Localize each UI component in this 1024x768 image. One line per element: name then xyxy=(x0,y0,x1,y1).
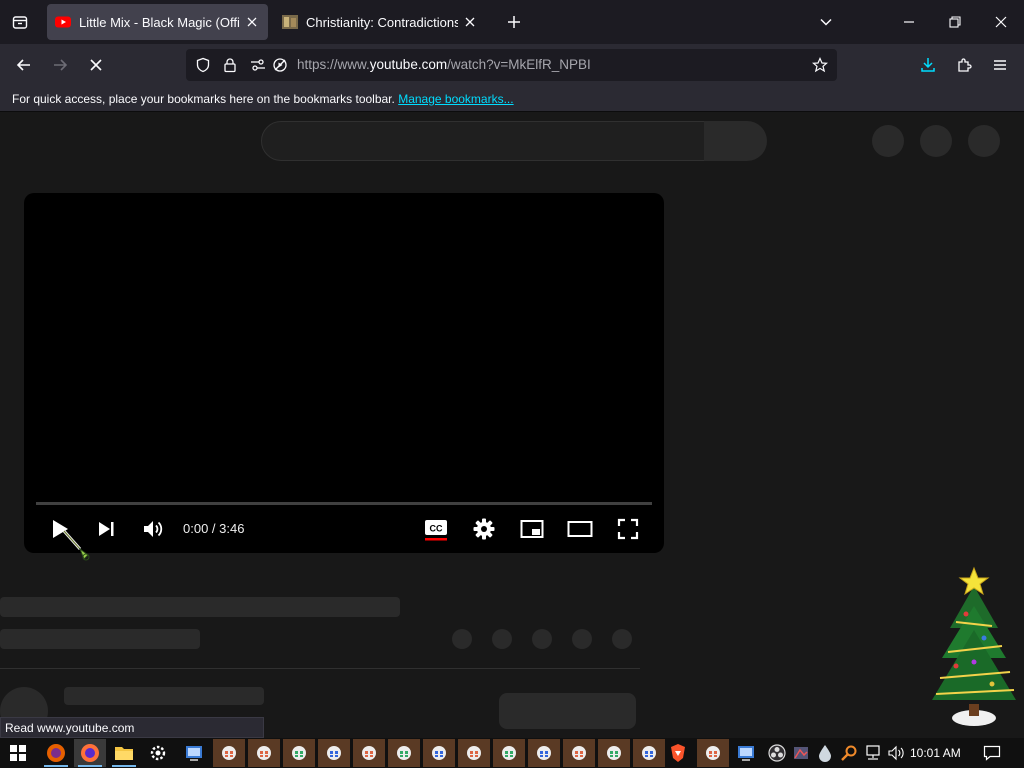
app-window-icon[interactable] xyxy=(528,739,560,767)
control-panel-icon[interactable] xyxy=(178,739,210,767)
firefox-icon[interactable] xyxy=(40,739,72,767)
youtube-icon xyxy=(55,14,71,30)
url-domain: youtube.com xyxy=(369,57,448,72)
video-player[interactable]: 0:00 / 3:46 CC xyxy=(24,193,664,553)
network-icon[interactable] xyxy=(862,738,884,768)
page-content: 0:00 / 3:46 CC xyxy=(0,113,1024,738)
header-icon-placeholder[interactable] xyxy=(872,125,904,157)
image-thumbnail-icon xyxy=(282,14,298,30)
subscribe-button-placeholder[interactable] xyxy=(499,693,636,729)
bookmarks-toolbar: For quick access, place your bookmarks h… xyxy=(0,86,1024,112)
theater-mode-icon[interactable] xyxy=(565,515,595,543)
action-placeholder[interactable] xyxy=(452,629,472,649)
app-window-icon[interactable] xyxy=(493,739,525,767)
url-bar[interactable]: https://www.youtube.com/watch?v=MkElfR_N… xyxy=(186,49,837,81)
fullscreen-icon[interactable] xyxy=(614,515,642,543)
obs-icon[interactable] xyxy=(766,738,788,768)
action-placeholder[interactable] xyxy=(532,629,552,649)
tab-title: Christianity: Contradictions and xyxy=(306,14,458,30)
firefox-icon[interactable] xyxy=(74,739,106,767)
taskbar-indicator xyxy=(112,765,136,767)
control-panel-icon[interactable] xyxy=(730,739,762,767)
app-window-icon[interactable] xyxy=(388,739,420,767)
menu-icon[interactable] xyxy=(986,51,1014,79)
link-status-tooltip: Read www.youtube.com xyxy=(0,717,264,738)
settings-icon[interactable] xyxy=(470,515,498,543)
tab-strip: Little Mix - Black Magic (Official Chris… xyxy=(0,0,1024,44)
app-window-icon[interactable] xyxy=(213,739,245,767)
app-window-icon[interactable] xyxy=(318,739,350,767)
bookmarks-message: For quick access, place your bookmarks h… xyxy=(12,92,395,106)
subtitle-placeholder xyxy=(0,629,200,649)
taskbar-indicator xyxy=(44,765,68,767)
back-arrow-icon[interactable] xyxy=(10,51,38,79)
search-input-placeholder[interactable] xyxy=(261,121,705,161)
manage-bookmarks-link[interactable]: Manage bookmarks... xyxy=(398,92,513,106)
close-window-icon[interactable] xyxy=(987,8,1015,36)
url-text[interactable]: https://www.youtube.com/watch?v=MkElfR_N… xyxy=(297,57,591,72)
new-tab-icon[interactable] xyxy=(502,10,526,34)
progress-bar[interactable] xyxy=(36,502,652,505)
tab-christianity[interactable]: Christianity: Contradictions and xyxy=(274,4,486,40)
app-window-icon[interactable] xyxy=(248,739,280,767)
close-tab-icon[interactable] xyxy=(244,14,260,30)
cursor-icon xyxy=(60,527,100,567)
volume-icon[interactable] xyxy=(138,515,168,543)
volume-tray-icon[interactable] xyxy=(886,738,908,768)
minimize-icon[interactable] xyxy=(895,8,923,36)
app-window-icon[interactable] xyxy=(563,739,595,767)
avatar-placeholder[interactable] xyxy=(968,125,1000,157)
action-placeholder[interactable] xyxy=(572,629,592,649)
search-button-placeholder[interactable] xyxy=(704,121,767,161)
tab-youtube[interactable]: Little Mix - Black Magic (Official xyxy=(47,4,268,40)
shield-icon[interactable] xyxy=(193,55,213,75)
windows-taskbar: 10:01 AM xyxy=(0,738,1024,768)
file-explorer-icon[interactable] xyxy=(108,739,140,767)
download-icon[interactable] xyxy=(914,51,942,79)
action-placeholder[interactable] xyxy=(492,629,512,649)
lock-icon[interactable] xyxy=(220,55,240,75)
tab-list-icon[interactable] xyxy=(6,8,34,36)
app-window-icon[interactable] xyxy=(353,739,385,767)
app-window-icon[interactable] xyxy=(423,739,455,767)
settings-gear-icon[interactable] xyxy=(142,739,174,767)
search-key-icon[interactable] xyxy=(838,738,860,768)
app-window-icon[interactable] xyxy=(458,739,490,767)
bookmark-star-icon[interactable] xyxy=(810,55,830,75)
taskbar-indicator xyxy=(78,765,102,767)
app-window-icon[interactable] xyxy=(283,739,315,767)
extensions-icon[interactable] xyxy=(950,51,978,79)
cc-icon[interactable]: CC xyxy=(422,515,450,543)
autoplay-blocked-icon[interactable] xyxy=(270,55,290,75)
app-window-icon[interactable] xyxy=(633,739,665,767)
app-window-icon[interactable] xyxy=(697,739,729,767)
forward-arrow-icon[interactable] xyxy=(46,51,74,79)
svg-text:CC: CC xyxy=(430,524,443,534)
app-window-icon[interactable] xyxy=(598,739,630,767)
channel-name-placeholder xyxy=(64,687,264,705)
url-prefix: https://www. xyxy=(297,57,370,72)
permissions-icon[interactable] xyxy=(248,55,268,75)
windows-start-icon[interactable] xyxy=(2,739,34,767)
brave-browser-icon[interactable] xyxy=(662,739,694,767)
tray-app-icon[interactable] xyxy=(790,738,812,768)
title-placeholder xyxy=(0,597,400,617)
christmas-tree-icon xyxy=(926,566,1022,730)
divider xyxy=(0,668,640,669)
navigation-toolbar: https://www.youtube.com/watch?v=MkElfR_N… xyxy=(0,44,1024,86)
water-drop-icon[interactable] xyxy=(814,738,836,768)
action-placeholder[interactable] xyxy=(612,629,632,649)
tab-title: Little Mix - Black Magic (Official xyxy=(79,14,240,30)
header-icon-placeholder[interactable] xyxy=(920,125,952,157)
clock[interactable]: 10:01 AM xyxy=(910,746,961,760)
miniplayer-icon[interactable] xyxy=(518,515,546,543)
restore-icon[interactable] xyxy=(941,8,969,36)
notification-center-icon[interactable] xyxy=(978,738,1006,768)
time-display: 0:00 / 3:46 xyxy=(183,521,245,536)
close-tab-icon[interactable] xyxy=(462,14,478,30)
chevron-down-icon[interactable] xyxy=(812,8,840,36)
stop-loading-icon[interactable] xyxy=(82,51,110,79)
url-path: /watch?v=MkElfR_NPBI xyxy=(447,57,591,72)
